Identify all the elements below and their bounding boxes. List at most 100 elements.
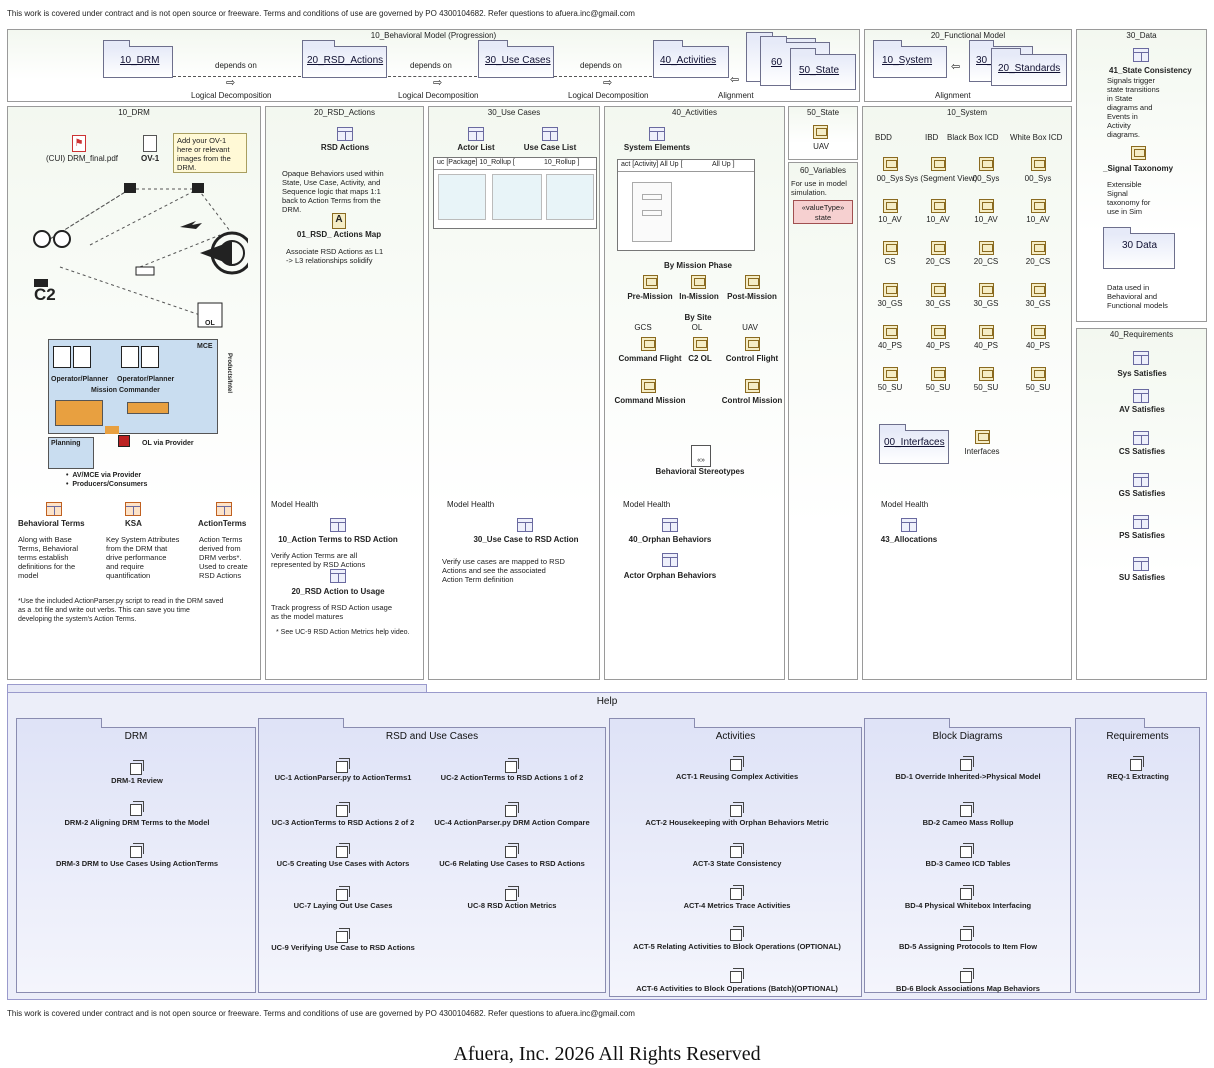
bb-10-av[interactable]: 10_AV (974, 215, 997, 224)
bb-40-ps[interactable]: 40_PS (974, 341, 998, 350)
ibd-20-cs[interactable]: 20_CS (926, 257, 950, 266)
command-flight-link[interactable]: Command Flight (618, 354, 681, 363)
help-uc-7[interactable]: UC-7 Laying Out Use Cases (294, 901, 393, 910)
help-bd-2[interactable]: BD-2 Cameo Mass Rollup (923, 818, 1014, 827)
uc-rollup-diagram[interactable]: uc [Package] 10_Rollup [ 10_Rollup ] (433, 157, 597, 229)
help-req-1[interactable]: REQ-1 Extracting (1107, 772, 1169, 781)
package-30-use-cases[interactable]: 30_Use Cases (478, 40, 554, 78)
help-bd-4[interactable]: BD-4 Physical Whitebox Interfacing (905, 901, 1031, 910)
video-cube-icon (730, 756, 744, 771)
uc-to-rsd-link[interactable]: 30_Use Case to RSD Action (473, 535, 578, 544)
post-mission-link[interactable]: Post-Mission (727, 292, 777, 301)
req-sys-satisfies[interactable]: Sys Satisfies (1117, 369, 1166, 378)
package-20-standards[interactable]: 20_Standards (991, 48, 1067, 86)
package-40-activities[interactable]: 40_Activities (653, 40, 729, 78)
system-elements-link[interactable]: System Elements (624, 143, 690, 152)
wb-30-gs[interactable]: 30_GS (1026, 299, 1051, 308)
bdd-00-sys[interactable]: 00_Sys (877, 174, 904, 183)
help-bd-6[interactable]: BD-6 Block Associations Map Behaviors (896, 984, 1040, 993)
bdd-cs[interactable]: CS (884, 257, 895, 266)
interfaces-link[interactable]: Interfaces (964, 447, 999, 456)
ksa-link[interactable]: KSA (125, 519, 142, 528)
action-terms-to-rsd-link[interactable]: 10_Action Terms to RSD Action (278, 535, 398, 544)
help-bd-3[interactable]: BD-3 Cameo ICD Tables (926, 859, 1011, 868)
pdf-icon[interactable]: ⚑ (72, 135, 86, 152)
help-uc-4[interactable]: UC-4 ActionParser.py DRM Action Compare (434, 818, 589, 827)
help-act-4[interactable]: ACT-4 Metrics Trace Activities (684, 901, 791, 910)
ibd-40-ps[interactable]: 40_PS (926, 341, 950, 350)
orphan-behaviors-link[interactable]: 40_Orphan Behaviors (629, 535, 712, 544)
package-50-state[interactable]: 50_State (790, 48, 856, 90)
bb-30-gs[interactable]: 30_GS (974, 299, 999, 308)
action-terms-link[interactable]: ActionTerms (198, 519, 246, 528)
bb-00-sys[interactable]: 00_Sys (973, 174, 1000, 183)
actions-map-link[interactable]: 01_RSD_ Actions Map (297, 230, 381, 239)
bb-20-cs[interactable]: 20_CS (974, 257, 998, 266)
planning-label: Planning (51, 440, 81, 447)
help-drm-3[interactable]: DRM-3 DRM to Use Cases Using ActionTerms (56, 859, 218, 868)
rsd-action-usage-link[interactable]: 20_RSD Action to Usage (291, 587, 384, 596)
behavioral-stereotypes-link[interactable]: Behavioral Stereotypes (656, 467, 745, 476)
bdd-10-av[interactable]: 10_AV (878, 215, 901, 224)
help-uc-5[interactable]: UC-5 Creating Use Cases with Actors (277, 859, 410, 868)
req-gs-satisfies[interactable]: GS Satisfies (1119, 489, 1166, 498)
help-uc-9[interactable]: UC-9 Verifying Use Case to RSD Actions (271, 943, 415, 952)
bdd-50-su[interactable]: 50_SU (878, 383, 902, 392)
help-act-6[interactable]: ACT-6 Activities to Block Operations (Ba… (636, 984, 838, 993)
use-case-list-link[interactable]: Use Case List (524, 143, 576, 152)
uav-state-link[interactable]: UAV (813, 142, 829, 151)
req-cs-satisfies[interactable]: CS Satisfies (1119, 447, 1165, 456)
control-flight-link[interactable]: Control Flight (726, 354, 778, 363)
package-00-interfaces[interactable]: 00_Interfaces (879, 424, 949, 464)
help-uc-2[interactable]: UC-2 ActionTerms to RSD Actions 1 of 2 (441, 773, 584, 782)
req-ps-satisfies[interactable]: PS Satisfies (1119, 531, 1165, 540)
behavioral-terms-link[interactable]: Behavioral Terms (18, 519, 85, 528)
help-bd-1[interactable]: BD-1 Override Inherited->Physical Model (895, 772, 1040, 781)
actor-list-link[interactable]: Actor List (457, 143, 494, 152)
help-act-3[interactable]: ACT-3 State Consistency (693, 859, 782, 868)
ibd-50-su[interactable]: 50_SU (926, 383, 950, 392)
wb-40-ps[interactable]: 40_PS (1026, 341, 1050, 350)
pre-mission-link[interactable]: Pre-Mission (627, 292, 672, 301)
help-drm-2[interactable]: DRM-2 Aligning DRM Terms to the Model (65, 818, 210, 827)
package-20-rsd-actions[interactable]: 20_RSD_Actions (302, 40, 387, 78)
allocations-link[interactable]: 43_Allocations (881, 535, 937, 544)
bdd-30-gs[interactable]: 30_GS (878, 299, 903, 308)
command-mission-link[interactable]: Command Mission (614, 396, 685, 405)
ov1-link[interactable]: OV-1 (141, 154, 159, 163)
valuetype-state[interactable]: «valueType» state (793, 200, 853, 224)
ibd-30-gs[interactable]: 30_GS (926, 299, 951, 308)
act-all-up-diagram[interactable]: act [Activity] All Up [ All Up ] (617, 159, 755, 251)
package-30-data[interactable]: 30 Data (1103, 227, 1175, 269)
document-icon[interactable] (143, 135, 157, 152)
package-10-drm[interactable]: 10_DRM (103, 40, 173, 78)
bdd-40-ps[interactable]: 40_PS (878, 341, 902, 350)
wb-00-sys[interactable]: 00_Sys (1025, 174, 1052, 183)
help-uc-8[interactable]: UC-8 RSD Action Metrics (468, 901, 557, 910)
ibd-10-av[interactable]: 10_AV (926, 215, 949, 224)
req-su-satisfies[interactable]: SU Satisfies (1119, 573, 1165, 582)
control-mission-link[interactable]: Control Mission (722, 396, 782, 405)
help-uc-1[interactable]: UC-1 ActionParser.py to ActionTerms1 (275, 773, 412, 782)
signal-taxonomy-link[interactable]: _Signal Taxonomy (1103, 164, 1173, 173)
bb-50-su[interactable]: 50_SU (974, 383, 998, 392)
wb-50-su[interactable]: 50_SU (1026, 383, 1050, 392)
help-bd-5[interactable]: BD-5 Assigning Protocols to Item Flow (899, 942, 1037, 951)
wb-10-av[interactable]: 10_AV (1026, 215, 1049, 224)
drm-pdf-link[interactable]: (CUI) DRM_final.pdf (46, 154, 118, 163)
actor-orphan-behaviors-link[interactable]: Actor Orphan Behaviors (624, 571, 716, 580)
help-act-5[interactable]: ACT-5 Relating Activities to Block Opera… (633, 942, 841, 951)
help-act-2[interactable]: ACT-2 Housekeeping with Orphan Behaviors… (645, 818, 828, 827)
rsd-actions-link[interactable]: RSD Actions (321, 143, 369, 152)
ibd-segment-view[interactable]: Sys (Segment View) (905, 174, 977, 183)
help-uc-3[interactable]: UC-3 ActionTerms to RSD Actions 2 of 2 (272, 818, 415, 827)
package-10-system[interactable]: 10_System (873, 40, 947, 78)
in-mission-link[interactable]: In-Mission (679, 292, 719, 301)
wb-20-cs[interactable]: 20_CS (1026, 257, 1050, 266)
state-consistency-link[interactable]: 41_State Consistency (1109, 66, 1192, 75)
req-av-satisfies[interactable]: AV Satisfies (1119, 405, 1165, 414)
help-drm-1[interactable]: DRM-1 Review (111, 776, 163, 785)
help-uc-6[interactable]: UC-6 Relating Use Cases to RSD Actions (439, 859, 585, 868)
c2-ol-link[interactable]: C2 OL (688, 354, 712, 363)
help-act-1[interactable]: ACT-1 Reusing Complex Activities (676, 772, 798, 781)
